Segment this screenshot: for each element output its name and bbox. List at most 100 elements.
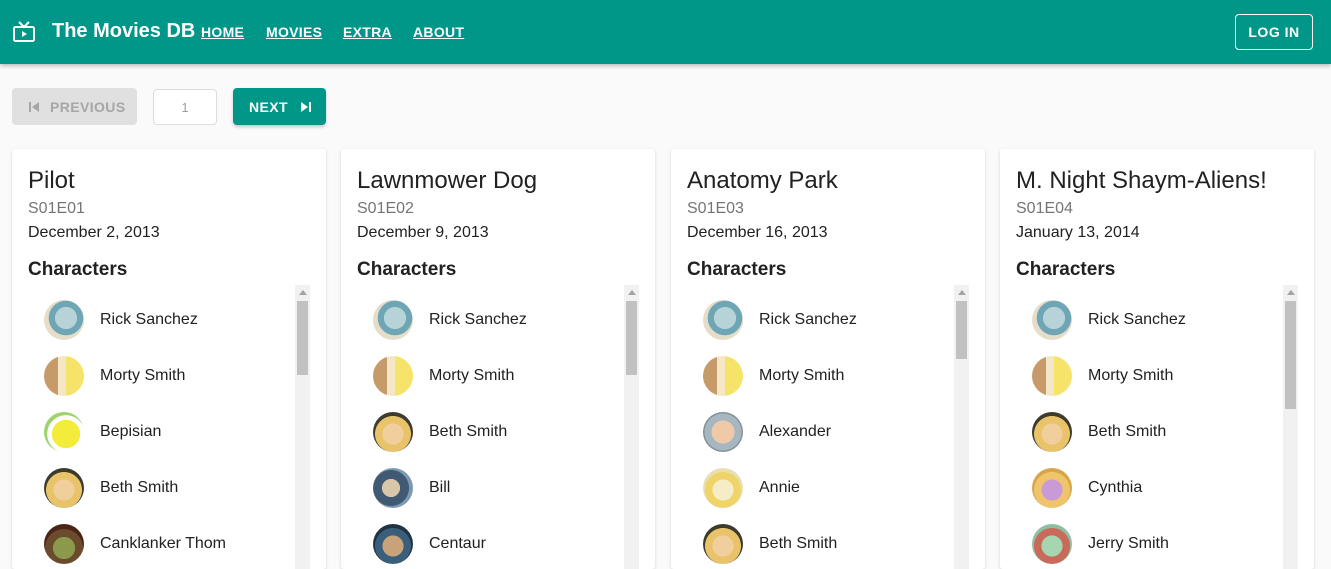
character-item[interactable]: Alexander [703, 412, 831, 452]
episode-air-date: December 9, 2013 [357, 224, 489, 241]
scrollbar[interactable] [624, 285, 639, 569]
avatar [1032, 300, 1072, 340]
avatar [703, 524, 743, 564]
characters-heading: Characters [687, 259, 787, 280]
scroll-up-icon[interactable] [958, 290, 966, 295]
character-name: Bepisian [100, 423, 162, 440]
character-name: Alexander [759, 423, 832, 440]
avatar [1032, 412, 1072, 452]
characters-heading: Characters [357, 259, 457, 280]
character-item[interactable]: Morty Smith [1032, 356, 1173, 396]
character-item[interactable]: Beth Smith [44, 468, 178, 508]
scrollbar[interactable] [954, 285, 969, 569]
episode-title: Lawnmower Dog [357, 167, 538, 194]
character-item[interactable]: Rick Sanchez [373, 300, 527, 340]
nav-extra-link[interactable]: EXTRA [343, 24, 392, 40]
character-name: Rick Sanchez [1088, 311, 1186, 328]
nav-about-link[interactable]: ABOUT [413, 24, 464, 40]
episode-code: S01E03 [687, 200, 744, 217]
avatar [703, 356, 743, 396]
episode-title: Anatomy Park [687, 167, 838, 194]
episode-code: S01E01 [28, 200, 85, 217]
character-name: Rick Sanchez [759, 311, 857, 328]
character-name: Morty Smith [1088, 367, 1174, 384]
nav-movies-link[interactable]: MOVIES [266, 24, 322, 40]
character-item[interactable]: Annie [703, 468, 800, 508]
episode-title: M. Night Shaym-Aliens! [1016, 167, 1267, 194]
scroll-up-icon[interactable] [628, 290, 636, 295]
login-button[interactable]: LOG IN [1235, 14, 1313, 50]
character-list[interactable]: Rick Sanchez Morty Smith Alexander Annie… [687, 285, 969, 569]
avatar [44, 524, 84, 564]
tv-icon [13, 21, 35, 42]
avatar [1032, 356, 1072, 396]
character-name: Beth Smith [1088, 423, 1167, 440]
previous-button[interactable]: PREVIOUS [12, 88, 137, 125]
character-name: Beth Smith [759, 535, 838, 552]
scroll-up-icon[interactable] [1287, 290, 1295, 295]
character-item[interactable]: Bepisian [44, 412, 161, 452]
character-item[interactable]: Beth Smith [703, 524, 837, 564]
episode-air-date: December 16, 2013 [687, 224, 828, 241]
scrollbar-thumb[interactable] [626, 301, 637, 375]
scroll-up-icon[interactable] [299, 290, 307, 295]
next-label: NEXT [249, 98, 288, 115]
character-name: Morty Smith [100, 367, 186, 384]
avatar [703, 300, 743, 340]
character-item[interactable]: Rick Sanchez [1032, 300, 1186, 340]
character-item[interactable]: Canklanker Thom [44, 524, 226, 564]
character-item[interactable]: Morty Smith [44, 356, 185, 396]
avatar [373, 468, 413, 508]
previous-label: PREVIOUS [50, 98, 126, 115]
avatar [44, 300, 84, 340]
characters-heading: Characters [28, 259, 128, 280]
character-name: Annie [759, 479, 800, 496]
avatar [44, 412, 84, 452]
app-title[interactable]: The Movies DB [52, 20, 195, 43]
character-list[interactable]: Rick Sanchez Morty Smith Beth Smith Cynt… [1016, 285, 1298, 569]
character-list[interactable]: Rick Sanchez Morty Smith Beth Smith Bill… [357, 285, 639, 569]
avatar [373, 300, 413, 340]
episode-card: Pilot S01E01 December 2, 2013 Characters… [12, 149, 326, 569]
character-name: Rick Sanchez [100, 311, 198, 328]
character-name: Beth Smith [429, 423, 508, 440]
avatar [44, 468, 84, 508]
character-item[interactable]: Morty Smith [373, 356, 514, 396]
avatar [373, 524, 413, 564]
next-button[interactable]: NEXT [233, 88, 326, 125]
character-name: Centaur [429, 535, 486, 552]
character-name: Beth Smith [100, 479, 179, 496]
avatar [373, 412, 413, 452]
character-item[interactable]: Morty Smith [703, 356, 844, 396]
nav-home-link[interactable]: HOME [201, 24, 244, 40]
avatar [703, 412, 743, 452]
scrollbar-thumb[interactable] [1285, 301, 1296, 409]
character-item[interactable]: Beth Smith [1032, 412, 1166, 452]
character-list[interactable]: Rick Sanchez Morty Smith Bepisian Beth S… [28, 285, 310, 569]
character-name: Cynthia [1088, 479, 1143, 496]
scrollbar[interactable] [1283, 285, 1298, 569]
characters-heading: Characters [1016, 259, 1116, 280]
skip-previous-icon [29, 101, 39, 112]
app-bar: The Movies DB HOME MOVIES EXTRA ABOUT LO… [0, 0, 1331, 64]
character-item[interactable]: Cynthia [1032, 468, 1142, 508]
scrollbar-thumb[interactable] [956, 301, 967, 359]
character-name: Jerry Smith [1088, 535, 1169, 552]
character-item[interactable]: Rick Sanchez [44, 300, 198, 340]
episode-code: S01E02 [357, 200, 414, 217]
character-item[interactable]: Rick Sanchez [703, 300, 857, 340]
character-item[interactable]: Beth Smith [373, 412, 507, 452]
episode-air-date: December 2, 2013 [28, 224, 160, 241]
scrollbar[interactable] [295, 285, 310, 569]
character-item[interactable]: Jerry Smith [1032, 524, 1169, 564]
avatar [703, 468, 743, 508]
character-name: Bill [429, 479, 451, 496]
page-number-input[interactable]: 1 [153, 89, 217, 125]
character-item[interactable]: Bill [373, 468, 450, 508]
episode-title: Pilot [28, 167, 75, 194]
avatar [373, 356, 413, 396]
skip-next-icon [300, 101, 311, 112]
character-name: Canklanker Thom [100, 535, 226, 552]
scrollbar-thumb[interactable] [297, 301, 308, 375]
character-item[interactable]: Centaur [373, 524, 486, 564]
